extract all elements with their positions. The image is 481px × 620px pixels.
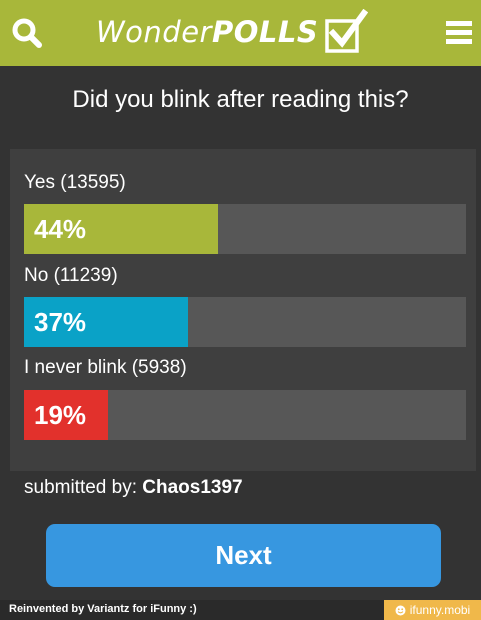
submitted-by: submitted by: Chaos1397 (24, 477, 243, 499)
footer-bar: Reinvented by Variantz for iFunny :) ifu… (0, 600, 481, 620)
ifunny-badge-label: ifunny.mobi (409, 603, 471, 617)
footer-credit: Reinvented by Variantz for iFunny :) (9, 603, 197, 615)
submitter-username[interactable]: Chaos1397 (142, 477, 242, 498)
search-icon (12, 18, 42, 48)
submitted-prefix: submitted by: (24, 477, 137, 498)
smiley-icon (395, 605, 406, 615)
option-label-no: No (11239) (24, 265, 118, 286)
option-percent-yes: 44% (34, 214, 87, 244)
option-percent-no: 37% (34, 307, 87, 337)
checkmark-box-icon (325, 9, 369, 53)
app-header: Wonder POLLS (0, 0, 481, 66)
app-logo: Wonder POLLS (96, 9, 369, 55)
logo-word: Wonder (96, 15, 212, 49)
option-bar-yes[interactable]: 44% (24, 204, 466, 254)
poll-results-panel: Yes (13595) 44% No (11239) 37% I never b… (10, 149, 476, 471)
poll-question: Did you blink after reading this? (72, 86, 409, 113)
option-label-yes: Yes (13595) (24, 172, 126, 193)
logo-brand: POLLS (211, 15, 319, 49)
option-label-never-blink: I never blink (5938) (24, 357, 187, 378)
option-bar-never-blink[interactable]: 19% (24, 390, 466, 440)
option-bar-no[interactable]: 37% (24, 297, 466, 347)
next-button[interactable]: Next (46, 524, 441, 587)
ifunny-badge[interactable]: ifunny.mobi (384, 600, 481, 620)
search-button[interactable] (10, 16, 44, 50)
menu-button[interactable] (446, 21, 472, 47)
option-percent-never-blink: 19% (34, 400, 87, 430)
